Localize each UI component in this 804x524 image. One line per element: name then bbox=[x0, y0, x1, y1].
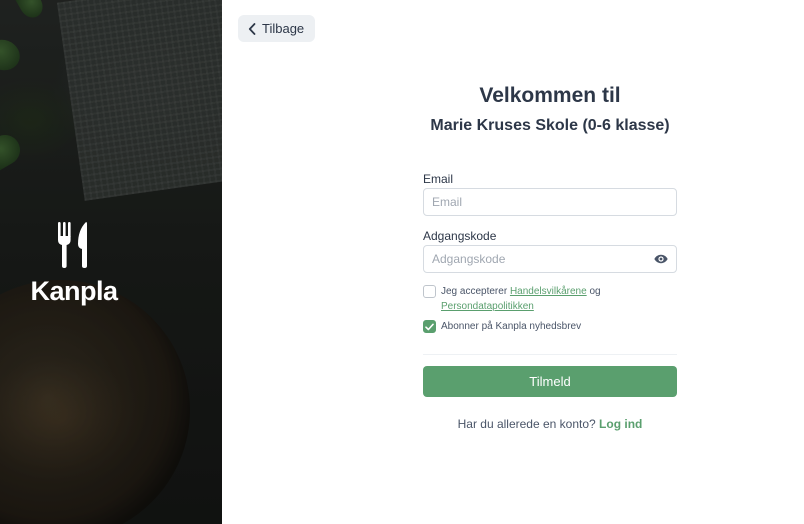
brand-name: Kanpla bbox=[30, 276, 118, 306]
terms-middle: og bbox=[589, 286, 601, 297]
login-prompt-text: Har du allerede en konto? bbox=[457, 417, 596, 431]
signup-form: Velkommen til Marie Kruses Skole (0-6 kl… bbox=[423, 84, 677, 431]
terms-prefix: Jeg accepterer bbox=[441, 286, 508, 297]
signup-button[interactable]: Tilmeld bbox=[423, 366, 677, 397]
terms-row: Jeg accepterer Handelsvilkårene og Perso… bbox=[423, 284, 601, 314]
login-prompt: Har du allerede en konto? Log ind bbox=[403, 417, 697, 431]
email-label: Email bbox=[423, 172, 454, 186]
email-field-wrapper bbox=[423, 188, 677, 216]
divider bbox=[423, 354, 677, 355]
terms-checkbox[interactable] bbox=[423, 285, 436, 298]
chevron-left-icon bbox=[248, 22, 256, 35]
terms-link[interactable]: Handelsvilkårene bbox=[510, 286, 587, 297]
password-label: Adgangskode bbox=[423, 229, 497, 243]
back-button[interactable]: Tilbage bbox=[238, 15, 316, 42]
newsletter-row: Abonner på Kanpla nyhedsbrev bbox=[423, 319, 581, 334]
checkmark-icon bbox=[425, 323, 434, 330]
school-name: Marie Kruses Skole (0-6 klasse) bbox=[430, 117, 670, 134]
eye-icon[interactable] bbox=[654, 254, 668, 264]
password-input[interactable] bbox=[432, 252, 654, 266]
brand-logo: Kanpla bbox=[0, 222, 148, 307]
cutlery-icon bbox=[58, 222, 87, 268]
terms-text: Jeg accepterer Handelsvilkårene og Perso… bbox=[441, 284, 601, 314]
privacy-link[interactable]: Persondatapolitikken bbox=[441, 301, 534, 312]
login-link[interactable]: Log ind bbox=[599, 417, 642, 431]
back-button-label: Tilbage bbox=[262, 21, 305, 36]
password-field-wrapper bbox=[423, 245, 677, 273]
page-title: Velkommen til bbox=[479, 84, 621, 107]
hero-image-panel: Kanpla bbox=[0, 0, 222, 524]
email-input[interactable] bbox=[432, 195, 668, 209]
newsletter-checkbox[interactable] bbox=[423, 320, 436, 333]
newsletter-label: Abonner på Kanpla nyhedsbrev bbox=[441, 321, 582, 332]
